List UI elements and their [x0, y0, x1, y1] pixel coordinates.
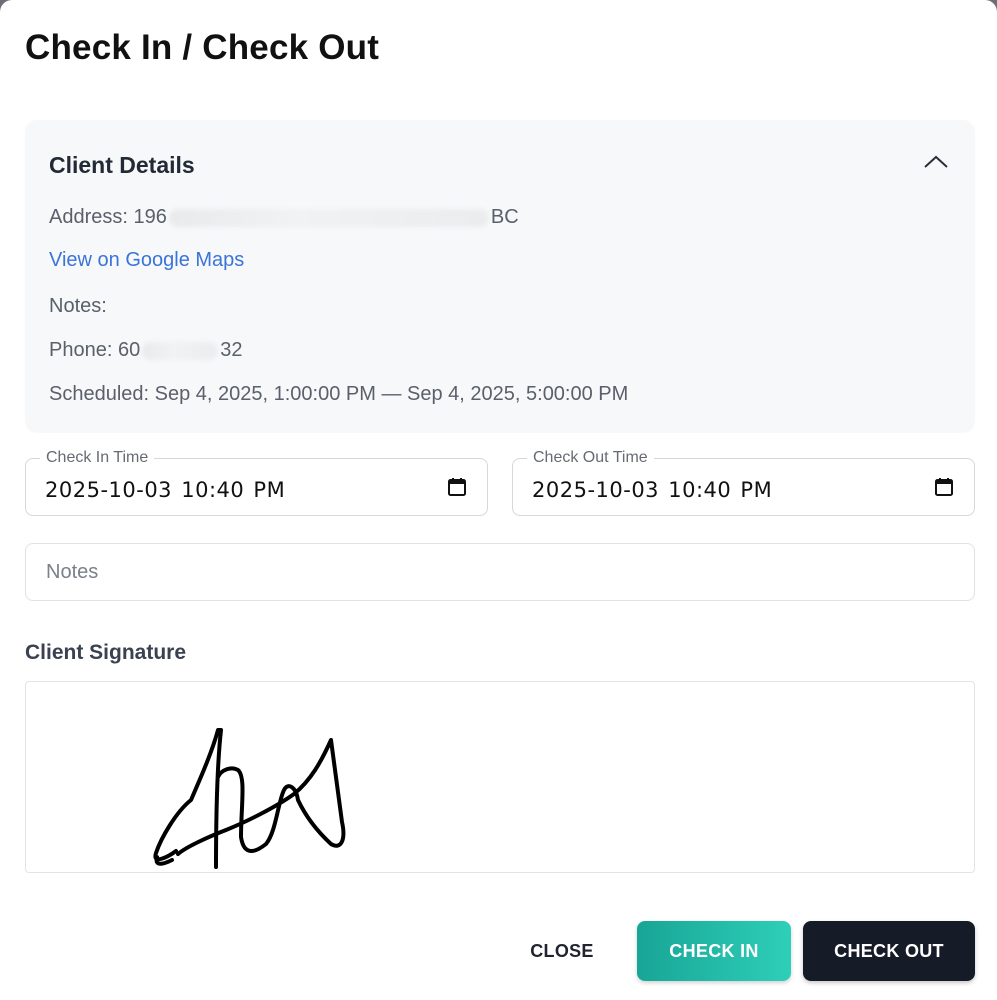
check-in-time-value[interactable]: 2025-10-03 10:40 PM	[45, 478, 285, 502]
phone-prefix: 60	[117, 339, 141, 361]
check-in-time-field[interactable]: Check In Time 2025-10-03 10:40 PM	[25, 449, 488, 516]
check-out-time-value[interactable]: 2025-10-03 10:40 PM	[532, 478, 772, 502]
phone-label: Phone:	[49, 339, 113, 361]
scheduled-value: Sep 4, 2025, 1:00:00 PM — Sep 4, 2025, 5…	[154, 383, 629, 405]
scheduled-line: Scheduled: Sep 4, 2025, 1:00:00 PM — Sep…	[49, 383, 628, 406]
notes-input[interactable]	[26, 544, 974, 600]
check-in-time-label: Check In Time	[40, 449, 155, 467]
phone-suffix: 32	[220, 339, 243, 361]
notes-line: Notes:	[49, 295, 107, 317]
client-details-heading: Client Details	[49, 152, 195, 178]
address-suffix: BC	[490, 206, 519, 228]
calendar-icon[interactable]	[934, 477, 954, 497]
notes-field[interactable]	[25, 543, 975, 601]
chevron-up-icon[interactable]	[922, 152, 950, 172]
check-out-time-field[interactable]: Check Out Time 2025-10-03 10:40 PM	[512, 449, 975, 516]
check-out-time-label: Check Out Time	[527, 449, 654, 467]
address-line: Address: 196 BC	[49, 206, 519, 229]
signature-drawing	[153, 728, 346, 869]
address-redacted	[168, 208, 489, 227]
phone-redacted	[142, 341, 219, 360]
phone-line: Phone: 60 32	[49, 339, 242, 362]
client-signature-label: Client Signature	[25, 641, 187, 664]
calendar-icon[interactable]	[447, 477, 467, 497]
check-in-out-dialog: Check In / Check Out Client Details Addr…	[0, 0, 997, 1000]
address-label: Address:	[49, 206, 128, 228]
check-out-button[interactable]: CHECK OUT	[803, 921, 975, 981]
signature-pad[interactable]	[25, 681, 975, 873]
check-in-button[interactable]: CHECK IN	[637, 921, 791, 981]
dialog-title: Check In / Check Out	[25, 28, 380, 67]
client-details-panel: Client Details Address: 196 BC View on Go…	[25, 120, 975, 433]
scheduled-label: Scheduled:	[49, 383, 150, 405]
close-button[interactable]: CLOSE	[516, 921, 608, 981]
google-maps-link[interactable]: View on Google Maps	[49, 249, 244, 272]
address-prefix: 196	[133, 206, 167, 228]
